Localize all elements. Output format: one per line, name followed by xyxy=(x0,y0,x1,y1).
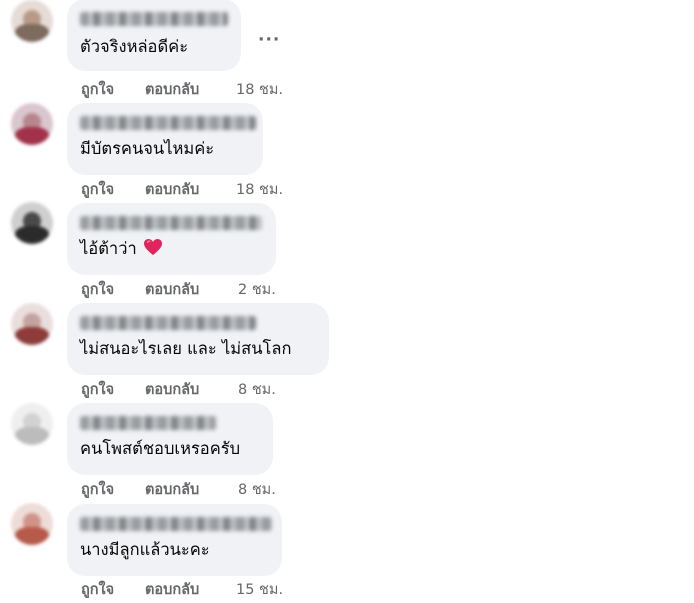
comment-bubble: นางมีลูกแล้วนะคะ xyxy=(67,504,282,576)
blurred-author-name[interactable] xyxy=(80,316,256,330)
reply-button[interactable]: ตอบกลับ xyxy=(145,378,199,401)
comment-bubble: ไม่สนอะไรเลย และ ไม่สนโลก xyxy=(67,303,329,375)
like-button[interactable]: ถูกใจ xyxy=(81,278,114,301)
reply-button[interactable]: ตอบกลับ xyxy=(145,178,199,201)
timestamp[interactable]: 18 ชม. xyxy=(236,78,283,101)
reply-button[interactable]: ตอบกลับ xyxy=(145,78,199,101)
comment-item: มีบัตรคนจนไหมค่ะ ถูกใจ ตอบกลับ 18 ชม. xyxy=(0,100,694,200)
like-button[interactable]: ถูกใจ xyxy=(81,478,114,501)
avatar[interactable] xyxy=(11,303,53,345)
comment-bubble: มีบัตรคนจนไหมค่ะ xyxy=(67,103,263,175)
like-button[interactable]: ถูกใจ xyxy=(81,378,114,401)
comment-text: ตัวจริงหล่อดีค่ะ xyxy=(80,37,189,56)
like-button[interactable]: ถูกใจ xyxy=(81,178,114,201)
comment-text: นางมีลูกแล้วนะคะ xyxy=(80,540,210,559)
blurred-author-name[interactable] xyxy=(80,517,272,531)
comment-text: ไม่สนอะไรเลย และ ไม่สนโลก xyxy=(80,339,292,358)
red-heart-icon xyxy=(143,238,163,256)
timestamp[interactable]: 8 ชม. xyxy=(238,378,276,401)
avatar-body xyxy=(15,24,49,42)
avatar[interactable] xyxy=(11,503,53,545)
avatar[interactable] xyxy=(11,403,53,445)
avatar[interactable] xyxy=(11,103,53,145)
timestamp[interactable]: 15 ชม. xyxy=(236,578,283,601)
comment-text: มีบัตรคนจนไหมค่ะ xyxy=(80,139,215,158)
avatar[interactable] xyxy=(11,0,53,42)
avatar-body xyxy=(15,527,49,545)
avatar-body xyxy=(15,427,49,445)
comment-text: คนโพสต์ชอบเหรอครับ xyxy=(80,439,241,458)
like-button[interactable]: ถูกใจ xyxy=(81,78,114,101)
blurred-author-name[interactable] xyxy=(80,116,256,130)
like-button[interactable]: ถูกใจ xyxy=(81,578,114,601)
comment-bubble: คนโพสต์ชอบเหรอครับ xyxy=(67,403,273,475)
avatar-body xyxy=(15,226,49,244)
blurred-author-name[interactable] xyxy=(80,416,216,430)
avatar-body xyxy=(15,327,49,345)
comment-item: ไม่สนอะไรเลย และ ไม่สนโลก ถูกใจ ตอบกลับ … xyxy=(0,300,694,400)
comment-bubble: ไอ้ต้าว่า xyxy=(67,203,276,275)
reply-button[interactable]: ตอบกลับ xyxy=(145,278,199,301)
timestamp[interactable]: 2 ชม. xyxy=(238,278,276,301)
ellipsis-icon[interactable]: ··· xyxy=(258,30,280,50)
comment-bubble: ตัวจริงหล่อดีค่ะ xyxy=(67,0,241,71)
blurred-author-name[interactable] xyxy=(80,216,262,230)
reply-button[interactable]: ตอบกลับ xyxy=(145,478,199,501)
timestamp[interactable]: 8 ชม. xyxy=(238,478,276,501)
avatar[interactable] xyxy=(11,202,53,244)
avatar-body xyxy=(15,127,49,145)
timestamp[interactable]: 18 ชม. xyxy=(236,178,283,201)
reply-button[interactable]: ตอบกลับ xyxy=(145,578,199,601)
comment-item: ตัวจริงหล่อดีค่ะ ··· ถูกใจ ตอบกลับ 18 ชม… xyxy=(0,0,694,100)
comment-item: คนโพสต์ชอบเหรอครับ ถูกใจ ตอบกลับ 8 ชม. xyxy=(0,400,694,500)
blurred-author-name[interactable] xyxy=(80,12,228,26)
comment-text-content: ไอ้ต้าว่า xyxy=(80,239,137,258)
comment-item: ไอ้ต้าว่า ถูกใจ ตอบกลับ 2 ชม. xyxy=(0,200,694,300)
comment-text: ไอ้ต้าว่า xyxy=(80,238,163,260)
comment-item: นางมีลูกแล้วนะคะ ถูกใจ ตอบกลับ 15 ชม. xyxy=(0,500,694,600)
